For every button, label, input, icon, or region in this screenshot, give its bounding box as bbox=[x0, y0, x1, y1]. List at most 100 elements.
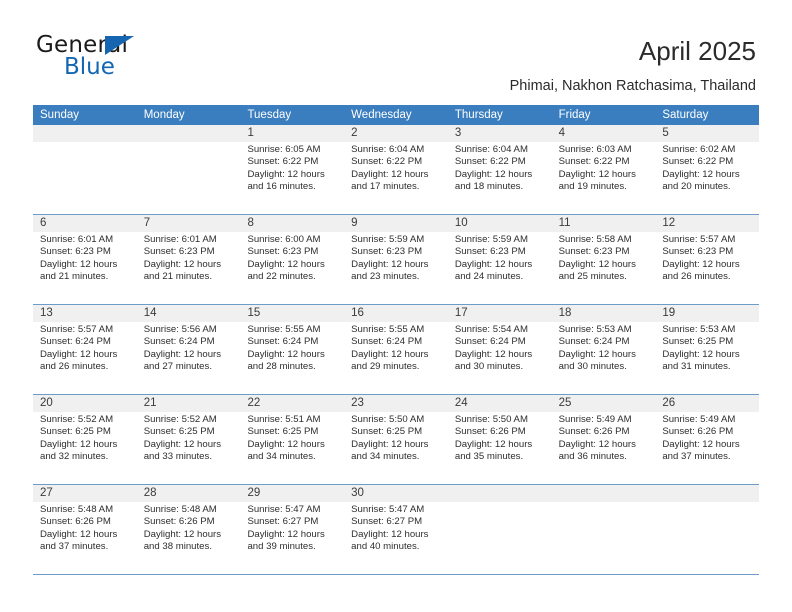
calendar-day-cell[interactable] bbox=[137, 125, 241, 214]
calendar-day-cell[interactable] bbox=[655, 485, 759, 574]
day-number: 21 bbox=[143, 397, 157, 409]
day-number: 6 bbox=[40, 217, 47, 229]
day-sun-details: Sunrise: 5:48 AM Sunset: 6:26 PM Dayligh… bbox=[40, 504, 118, 553]
day-sun-details: Sunrise: 6:02 AM Sunset: 6:22 PM Dayligh… bbox=[662, 144, 740, 193]
calendar-day-cell[interactable]: 5 Sunrise: 6:02 AM Sunset: 6:22 PM Daylig… bbox=[655, 125, 759, 214]
calendar-table: Sunday Monday Tuesday Wednesday Thursday… bbox=[33, 105, 759, 575]
calendar-day-cell[interactable]: 13 Sunrise: 5:57 AM Sunset: 6:24 PM Dayli… bbox=[33, 305, 137, 394]
logo-text-blue: Blue bbox=[64, 54, 115, 80]
day-number: 24 bbox=[454, 397, 468, 409]
calendar-day-cell[interactable] bbox=[552, 485, 656, 574]
day-number: 19 bbox=[662, 307, 676, 319]
calendar-day-cell[interactable]: 7 Sunrise: 6:01 AM Sunset: 6:23 PM Daylig… bbox=[137, 215, 241, 304]
day-number: 26 bbox=[662, 397, 676, 409]
calendar-day-cell[interactable]: 19 Sunrise: 5:53 AM Sunset: 6:25 PM Dayli… bbox=[655, 305, 759, 394]
day-number: 7 bbox=[143, 217, 151, 229]
day-sun-details: Sunrise: 5:49 AM Sunset: 6:26 PM Dayligh… bbox=[662, 414, 740, 463]
calendar-day-cell[interactable]: 14 Sunrise: 5:56 AM Sunset: 6:24 PM Dayli… bbox=[137, 305, 241, 394]
calendar-week-row: 20 Sunrise: 5:52 AM Sunset: 6:25 PM Dayli… bbox=[33, 395, 759, 485]
calendar-day-cell[interactable]: 11 Sunrise: 5:58 AM Sunset: 6:23 PM Dayli… bbox=[552, 215, 656, 304]
day-sun-details: Sunrise: 5:55 AM Sunset: 6:24 PM Dayligh… bbox=[247, 324, 325, 373]
day-sun-details: Sunrise: 5:52 AM Sunset: 6:25 PM Dayligh… bbox=[143, 414, 222, 463]
day-sun-details: Sunrise: 5:52 AM Sunset: 6:25 PM Dayligh… bbox=[40, 414, 118, 463]
calendar-day-cell[interactable]: 6 Sunrise: 6:01 AM Sunset: 6:23 PM Daylig… bbox=[33, 215, 137, 304]
day-number: 27 bbox=[40, 487, 53, 499]
calendar-week-row: 13 Sunrise: 5:57 AM Sunset: 6:24 PM Dayli… bbox=[33, 305, 759, 395]
day-number: 12 bbox=[662, 217, 676, 229]
day-number: 22 bbox=[247, 397, 261, 409]
calendar-day-cell[interactable]: 12 Sunrise: 5:57 AM Sunset: 6:23 PM Dayli… bbox=[655, 215, 759, 304]
day-sun-details: Sunrise: 6:04 AM Sunset: 6:22 PM Dayligh… bbox=[454, 144, 533, 193]
logo-triangle-icon bbox=[105, 36, 134, 55]
day-number: 13 bbox=[40, 307, 53, 319]
day-sun-details: Sunrise: 5:59 AM Sunset: 6:23 PM Dayligh… bbox=[454, 234, 533, 283]
day-sun-details: Sunrise: 6:01 AM Sunset: 6:23 PM Dayligh… bbox=[40, 234, 118, 283]
calendar-day-cell[interactable] bbox=[448, 485, 552, 574]
day-number: 18 bbox=[558, 307, 572, 319]
calendar-day-cell[interactable]: 20 Sunrise: 5:52 AM Sunset: 6:25 PM Dayli… bbox=[33, 395, 137, 484]
calendar-day-cell[interactable]: 21 Sunrise: 5:52 AM Sunset: 6:25 PM Dayli… bbox=[137, 395, 241, 484]
calendar-day-cell[interactable]: 1 Sunrise: 6:05 AM Sunset: 6:22 PM Daylig… bbox=[240, 125, 344, 214]
calendar-day-cell[interactable]: 22 Sunrise: 5:51 AM Sunset: 6:25 PM Dayli… bbox=[240, 395, 344, 484]
day-number: 5 bbox=[662, 127, 669, 139]
day-sun-details: Sunrise: 6:03 AM Sunset: 6:22 PM Dayligh… bbox=[558, 144, 636, 193]
day-sun-details: Sunrise: 5:56 AM Sunset: 6:24 PM Dayligh… bbox=[143, 324, 222, 373]
day-sun-details: Sunrise: 5:47 AM Sunset: 6:27 PM Dayligh… bbox=[351, 504, 429, 553]
day-sun-details: Sunrise: 6:04 AM Sunset: 6:22 PM Dayligh… bbox=[351, 144, 429, 193]
day-number: 30 bbox=[351, 487, 364, 499]
calendar-day-cell[interactable]: 8 Sunrise: 6:00 AM Sunset: 6:23 PM Daylig… bbox=[240, 215, 344, 304]
day-number: 3 bbox=[454, 127, 462, 139]
calendar-day-cell[interactable]: 29 Sunrise: 5:47 AM Sunset: 6:27 PM Dayli… bbox=[240, 485, 344, 574]
calendar-day-cell[interactable]: 17 Sunrise: 5:54 AM Sunset: 6:24 PM Dayli… bbox=[448, 305, 552, 394]
day-number bbox=[40, 125, 131, 142]
day-number: 17 bbox=[454, 307, 468, 319]
calendar-day-cell[interactable]: 24 Sunrise: 5:50 AM Sunset: 6:26 PM Dayli… bbox=[448, 395, 552, 484]
calendar-day-cell[interactable]: 25 Sunrise: 5:49 AM Sunset: 6:26 PM Dayli… bbox=[552, 395, 656, 484]
weekday-header-tuesday: Tuesday bbox=[247, 109, 292, 121]
day-sun-details: Sunrise: 5:47 AM Sunset: 6:27 PM Dayligh… bbox=[247, 504, 325, 553]
day-number: 25 bbox=[558, 397, 572, 409]
day-sun-details: Sunrise: 5:53 AM Sunset: 6:24 PM Dayligh… bbox=[558, 324, 636, 373]
weekday-header-sunday: Sunday bbox=[40, 109, 80, 121]
calendar-week-row: 1 Sunrise: 6:05 AM Sunset: 6:22 PM Daylig… bbox=[33, 125, 759, 215]
calendar-day-cell[interactable] bbox=[33, 125, 137, 214]
day-sun-details: Sunrise: 5:51 AM Sunset: 6:25 PM Dayligh… bbox=[247, 414, 325, 463]
day-number: 28 bbox=[143, 487, 157, 499]
day-number bbox=[144, 125, 235, 142]
day-sun-details: Sunrise: 5:59 AM Sunset: 6:23 PM Dayligh… bbox=[351, 234, 429, 283]
calendar-day-cell[interactable]: 18 Sunrise: 5:53 AM Sunset: 6:24 PM Dayli… bbox=[552, 305, 656, 394]
calendar-day-cell[interactable]: 26 Sunrise: 5:49 AM Sunset: 6:26 PM Dayli… bbox=[655, 395, 759, 484]
calendar-day-cell[interactable]: 9 Sunrise: 5:59 AM Sunset: 6:23 PM Daylig… bbox=[344, 215, 448, 304]
calendar-day-cell[interactable]: 28 Sunrise: 5:48 AM Sunset: 6:26 PM Dayli… bbox=[137, 485, 241, 574]
day-sun-details: Sunrise: 5:54 AM Sunset: 6:24 PM Dayligh… bbox=[454, 324, 533, 373]
day-sun-details: Sunrise: 6:00 AM Sunset: 6:23 PM Dayligh… bbox=[247, 234, 325, 283]
calendar-week-row: 27 Sunrise: 5:48 AM Sunset: 6:26 PM Dayli… bbox=[33, 485, 759, 575]
calendar-day-cell[interactable]: 4 Sunrise: 6:03 AM Sunset: 6:22 PM Daylig… bbox=[552, 125, 656, 214]
day-number: 14 bbox=[143, 307, 157, 319]
calendar-day-cell[interactable]: 3 Sunrise: 6:04 AM Sunset: 6:22 PM Daylig… bbox=[448, 125, 552, 214]
calendar-day-cell[interactable]: 10 Sunrise: 5:59 AM Sunset: 6:23 PM Dayli… bbox=[448, 215, 552, 304]
calendar-day-cell[interactable]: 27 Sunrise: 5:48 AM Sunset: 6:26 PM Dayli… bbox=[33, 485, 137, 574]
day-sun-details: Sunrise: 5:55 AM Sunset: 6:24 PM Dayligh… bbox=[351, 324, 429, 373]
day-sun-details: Sunrise: 5:48 AM Sunset: 6:26 PM Dayligh… bbox=[143, 504, 222, 553]
day-sun-details: Sunrise: 6:01 AM Sunset: 6:23 PM Dayligh… bbox=[143, 234, 222, 283]
day-number: 2 bbox=[351, 127, 358, 139]
calendar-day-cell[interactable]: 2 Sunrise: 6:04 AM Sunset: 6:22 PM Daylig… bbox=[344, 125, 448, 214]
calendar-day-cell[interactable]: 30 Sunrise: 5:47 AM Sunset: 6:27 PM Dayli… bbox=[344, 485, 448, 574]
day-number: 16 bbox=[351, 307, 364, 319]
day-number bbox=[559, 485, 650, 502]
day-number: 4 bbox=[558, 127, 565, 139]
calendar-day-cell[interactable]: 16 Sunrise: 5:55 AM Sunset: 6:24 PM Dayli… bbox=[344, 305, 448, 394]
day-number bbox=[455, 485, 546, 502]
weekday-header-row: Sunday Monday Tuesday Wednesday Thursday… bbox=[33, 105, 759, 125]
day-sun-details: Sunrise: 5:53 AM Sunset: 6:25 PM Dayligh… bbox=[662, 324, 740, 373]
weekday-header-wednesday: Wednesday bbox=[351, 109, 412, 121]
calendar-day-cell[interactable]: 23 Sunrise: 5:50 AM Sunset: 6:25 PM Dayli… bbox=[344, 395, 448, 484]
general-blue-logo[interactable]: General Blue bbox=[36, 33, 276, 83]
day-sun-details: Sunrise: 5:57 AM Sunset: 6:23 PM Dayligh… bbox=[662, 234, 740, 283]
weekday-header-monday: Monday bbox=[143, 109, 185, 121]
day-number: 23 bbox=[351, 397, 364, 409]
day-number: 20 bbox=[40, 397, 53, 409]
calendar-day-cell[interactable]: 15 Sunrise: 5:55 AM Sunset: 6:24 PM Dayli… bbox=[240, 305, 344, 394]
page-title: April 2025 bbox=[638, 36, 756, 66]
